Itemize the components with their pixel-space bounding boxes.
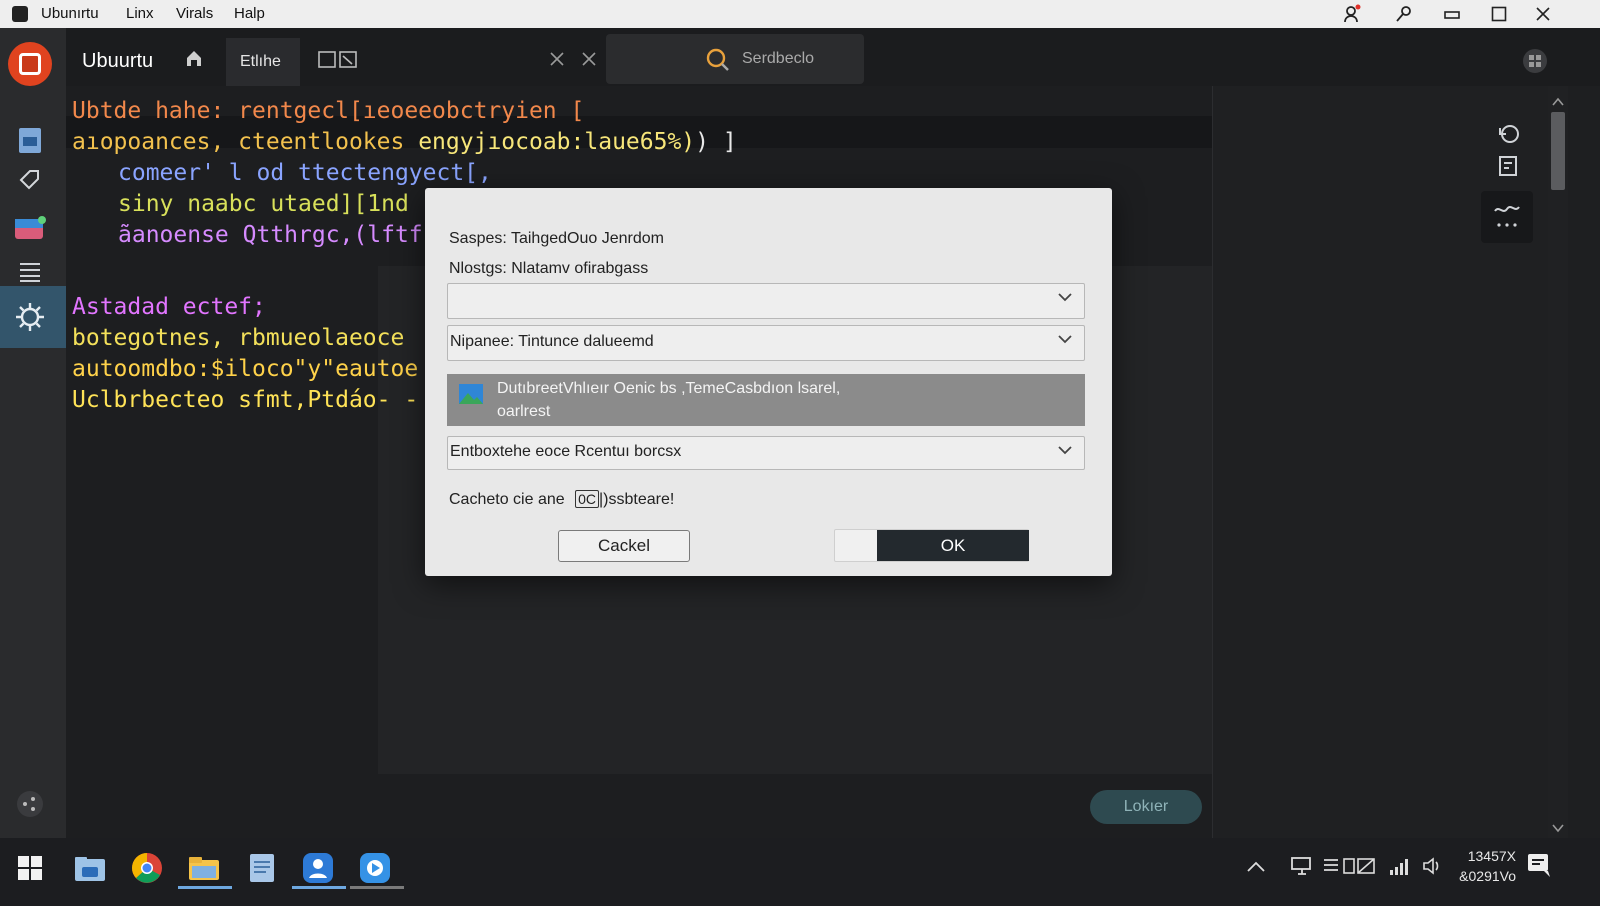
tab-bar: Ubuurtu Etlıhe Serdbeclo [66,28,1600,86]
code-line: aıopoances, cteentlookes engyjıocoab:lau… [72,129,737,155]
scroll-up-icon[interactable] [1552,94,1564,112]
footer-after: |)ssbteare! [599,491,675,508]
code-line: autoomdbo:$iloco"y"eautoe [72,356,419,382]
selected-item-line-2: oarlrest [497,403,551,420]
activity-bar [0,28,66,858]
account-icon[interactable] [1330,2,1374,26]
ok-button-label: OK [877,530,1029,561]
extensions-icon[interactable] [12,786,48,822]
close-tab-icon-2[interactable] [582,52,596,71]
app-blue-icon[interactable] [296,846,340,890]
code-line: Astadad ectef; [72,294,266,320]
code-line: Uclbrbecteo sfmt,Ptdáo- - [72,387,419,413]
keyboard-icon[interactable] [1322,856,1382,881]
mail-icon[interactable] [12,210,48,246]
image-file-icon [459,384,483,404]
selected-list-item[interactable]: DutıbreetVhlıeır Oenic bs ,TemeCasbdıon … [447,374,1085,426]
file-explorer-icon[interactable] [68,846,112,890]
search-box[interactable]: Serdbeclo [606,34,864,84]
dialog-footer-text: Cacheto cie ane 0C |)ssbteare! [449,490,675,509]
tab-editor[interactable]: Etlıhe [226,38,300,86]
dropdown-2[interactable]: Nipanee: Tintunce dalueemd [447,325,1085,361]
code-line: comeer' l od ttectengyect[, [118,160,492,186]
active-app-indicator [350,886,404,889]
files-icon[interactable] [12,122,48,158]
app-title: Ubuurtu [82,50,154,72]
scroll-down-icon[interactable] [1552,820,1564,838]
dropdown-3-value: Entboxtehe eoce Rcentuı borcsx [450,443,682,460]
dropdown-2-value: Nipanee: Tintunce dalueemd [450,333,654,350]
home-icon[interactable] [184,48,204,73]
close-tab-icon[interactable] [550,52,564,71]
ubuntu-logo-icon[interactable] [8,42,52,86]
vertical-scrollbar[interactable] [1548,86,1568,838]
notifications-icon[interactable] [1526,852,1552,885]
ok-button[interactable]: OK [834,529,1029,562]
folder-icon[interactable] [182,846,226,890]
media-player-icon[interactable] [353,846,397,890]
wifi-icon[interactable] [1388,856,1414,881]
clock-time[interactable]: 13457X [1460,848,1516,864]
chevron-down-icon [1058,446,1072,455]
right-panel [1212,86,1548,838]
footer-text: Cacheto cie ane [449,491,565,508]
network-icon[interactable] [1290,856,1314,881]
share-icon[interactable] [1382,2,1426,26]
chevron-down-icon [1058,293,1072,302]
code-line: botegotnes, rbmueolaeoce [72,325,405,351]
dialog-line-2: Nlostgs: Nlatamv ofirabgass [449,260,649,277]
search-icon [706,48,730,77]
scrollbar-thumb[interactable] [1551,112,1565,190]
menu-item-file[interactable]: Ubunırtu [41,5,99,22]
clock-date[interactable]: &0291Vo [1450,868,1516,884]
tab-editor-label: Etlıhe [240,53,281,70]
taskbar: 13457X &0291Vo [0,838,1600,906]
code-line: Ubtde hahe: rentgecl[ıeoeeobctryien [ [72,98,585,124]
list-icon[interactable] [12,254,48,290]
minimize-button[interactable] [1430,2,1474,26]
code-line: ãanoense Qtthrgc,(lftf [118,222,423,248]
notes-icon[interactable] [240,846,284,890]
tag-icon[interactable] [12,162,48,198]
history-icon[interactable] [1497,122,1521,151]
dialog-line-1: Saspes: TaihgedOuo Jenrdom [449,230,664,247]
logo-mark [19,53,41,75]
split-view-icon[interactable] [318,50,358,75]
maximize-button[interactable] [1477,2,1521,26]
dropdown-3[interactable]: Entboxtehe eoce Rcentuı borcsx [447,436,1085,470]
dropdown-1[interactable] [447,283,1085,319]
chevron-down-icon [1058,335,1072,344]
search-label: Serdbeclo [742,50,815,67]
grid-menu-icon[interactable] [1522,48,1548,79]
footer-badge: 0C [575,490,599,508]
menu-item-help[interactable]: Halp [234,5,265,22]
menu-item-linux[interactable]: Linx [126,5,154,22]
app-icon [12,6,28,22]
settings-icon[interactable] [12,299,48,335]
active-app-indicator [178,886,232,889]
code-line: siny naabc utaed][1nd [118,191,409,217]
document-icon[interactable] [1497,154,1521,183]
volume-icon[interactable] [1422,856,1442,881]
menu-item-view[interactable]: Virals [176,5,213,22]
locker-button[interactable]: Lokıer [1090,790,1202,824]
chrome-icon[interactable] [125,846,169,890]
selected-item-line-1: DutıbreetVhlıeır Oenic bs ,TemeCasbdıon … [497,380,841,397]
active-app-indicator [292,886,346,889]
menu-bar: Ubunırtu Linx Virals Halp [0,0,1600,28]
dialog: Saspes: TaihgedOuo Jenrdom Nlostgs: Nlat… [425,188,1112,576]
activity-panel-button[interactable] [1481,191,1533,243]
chevron-up-icon[interactable] [1246,860,1266,879]
start-icon[interactable] [8,846,52,890]
close-window-button[interactable] [1521,2,1565,26]
cancel-button[interactable]: Cackel [558,530,690,562]
